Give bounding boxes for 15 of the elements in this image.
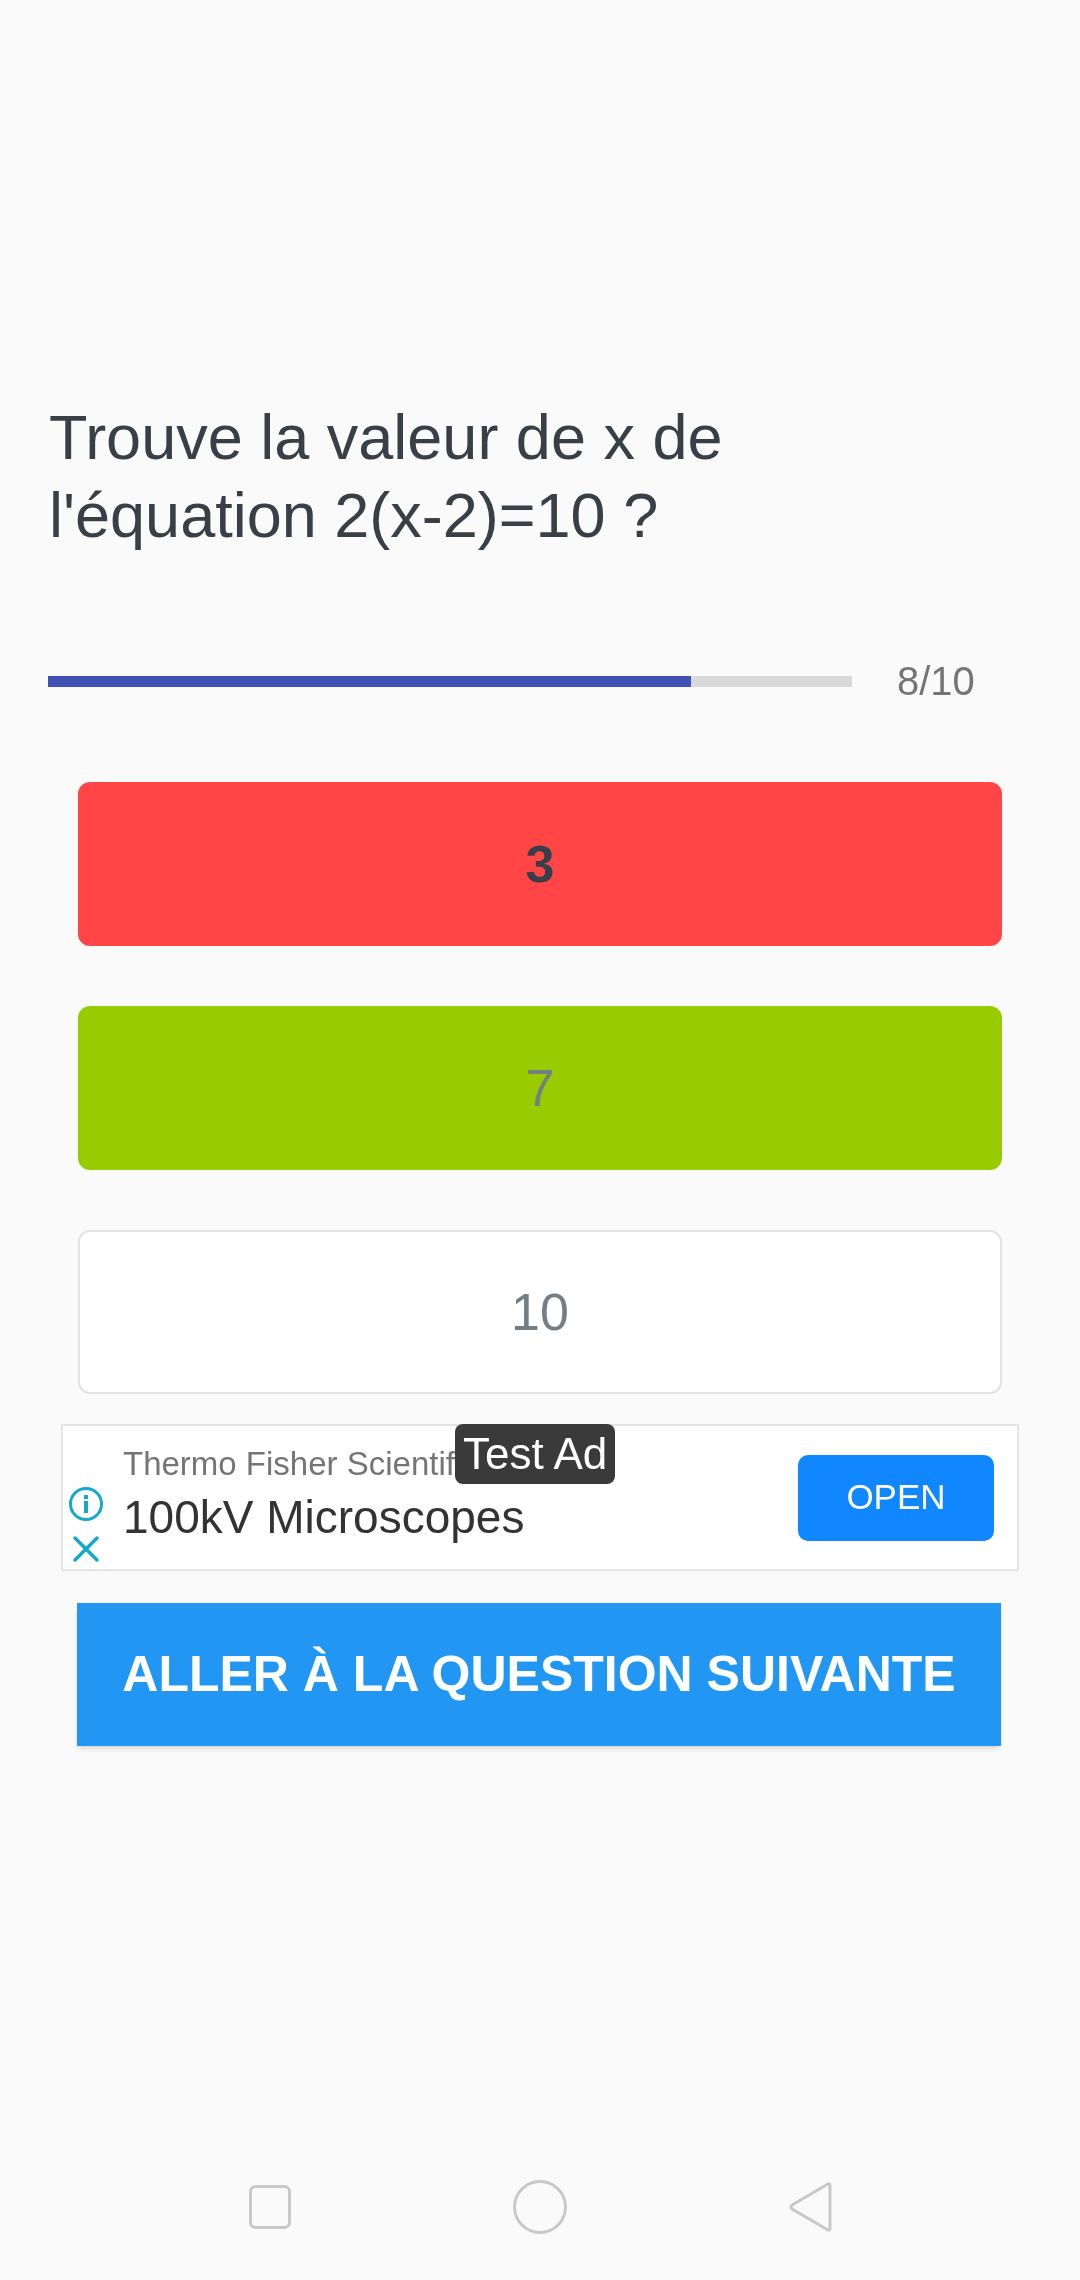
home-icon[interactable] [513, 2180, 567, 2234]
back-icon[interactable] [788, 2181, 832, 2233]
open-button[interactable]: OPEN [798, 1454, 994, 1541]
answer-button[interactable]: 10 [78, 1230, 1002, 1394]
advertiser-name: Thermo Fisher Scientif [123, 1444, 455, 1484]
close-icon[interactable] [72, 1535, 100, 1563]
answer-button[interactable]: 3 [78, 782, 1002, 946]
next-question-button[interactable]: ALLER À LA QUESTION SUIVANTE [77, 1603, 1001, 1746]
info-icon[interactable] [68, 1486, 104, 1522]
answer-button[interactable]: 7 [78, 1006, 1002, 1170]
recent-apps-icon[interactable] [249, 2185, 291, 2229]
test-ad-badge: Test Ad [454, 1424, 616, 1484]
question-text: Trouve la valeur de x de l'équation 2(x-2)=10 ? [49, 401, 724, 552]
progress-label: 8/10 [897, 658, 975, 705]
ad-headline: 100kV Microscopes [123, 1491, 525, 1543]
